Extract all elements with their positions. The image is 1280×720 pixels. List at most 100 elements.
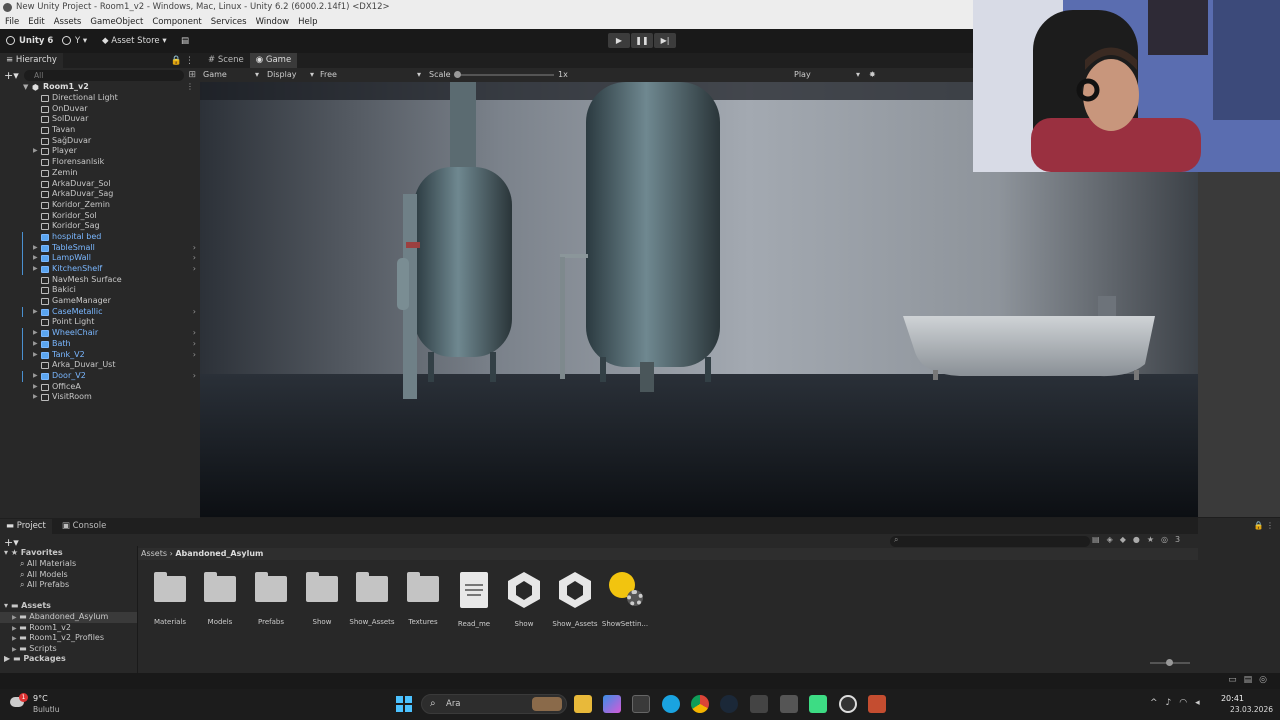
hierarchy-item[interactable]: ▶ Player: [0, 146, 200, 157]
hierarchy-item[interactable]: ArkaDuvar_Sag: [0, 189, 200, 200]
hierarchy-item[interactable]: ArkaDuvar_Sol: [0, 179, 200, 190]
expand-icon[interactable]: ▾: [4, 548, 8, 557]
asset-item[interactable]: Show: [297, 570, 347, 626]
breadcrumb-abandoned-asylum[interactable]: Abandoned_Asylum: [175, 549, 263, 558]
step-button[interactable]: ▶|: [654, 33, 676, 48]
hierarchy-item[interactable]: Point Light: [0, 317, 200, 328]
expand-icon[interactable]: ▶: [33, 371, 38, 382]
eye-icon[interactable]: ◎: [1161, 535, 1175, 544]
android-studio-icon[interactable]: [809, 695, 827, 713]
prefab-open-icon[interactable]: ›: [193, 339, 196, 350]
expand-icon[interactable]: ▶: [12, 614, 17, 621]
volume-icon[interactable]: ◂: [1195, 698, 1208, 708]
icon-size-slider-handle[interactable]: [1166, 659, 1173, 666]
menu-window[interactable]: Window: [256, 15, 290, 29]
hierarchy-item[interactable]: ▶ OfficeA: [0, 382, 200, 393]
favorites-header[interactable]: ▾ ★ Favorites: [4, 548, 63, 559]
more-icon[interactable]: ⋮: [1266, 521, 1274, 530]
asset-item[interactable]: Show_Assets: [347, 570, 397, 626]
prefab-open-icon[interactable]: ›: [193, 307, 196, 318]
microphone-icon[interactable]: ♪: [1166, 698, 1180, 708]
expand-icon[interactable]: ▶: [33, 307, 38, 318]
expand-icon[interactable]: ▶: [33, 328, 38, 339]
filter-label-icon[interactable]: ◈: [1107, 535, 1120, 544]
lock-icon[interactable]: 🔒: [1253, 521, 1263, 530]
hierarchy-item[interactable]: GameManager: [0, 296, 200, 307]
expand-icon[interactable]: ▶: [12, 625, 17, 632]
hierarchy-item[interactable]: Koridor_Sag: [0, 221, 200, 232]
hierarchy-item[interactable]: Tavan: [0, 125, 200, 136]
expand-icon[interactable]: ▶: [33, 392, 38, 403]
hierarchy-search-input[interactable]: All: [24, 69, 185, 81]
chrome-icon[interactable]: [691, 695, 709, 713]
expand-icon[interactable]: ▶: [33, 146, 38, 157]
app-icon[interactable]: [868, 695, 886, 713]
play-button[interactable]: ▶: [608, 33, 630, 48]
tab-scene[interactable]: # Scene: [200, 53, 250, 68]
hierarchy-item[interactable]: ▶ Tank_V2 ›: [0, 349, 200, 361]
asset-item[interactable]: Show: [499, 570, 549, 628]
assets-header[interactable]: ▾ ▬ Assets: [4, 601, 51, 612]
favorite-item[interactable]: ⌕ All Materials: [20, 559, 76, 570]
asset-item[interactable]: Textures: [398, 570, 448, 626]
clock-date[interactable]: 23.03.2026: [1230, 705, 1273, 714]
asset-item[interactable]: Models: [195, 570, 245, 626]
unity-icon[interactable]: [780, 695, 798, 713]
account-button[interactable]: Y ▾: [62, 33, 87, 49]
copilot-icon[interactable]: [603, 695, 621, 713]
prefab-open-icon[interactable]: ›: [193, 253, 196, 264]
hierarchy-item[interactable]: ▶ Bath ›: [0, 338, 200, 350]
hierarchy-item[interactable]: SolDuvar: [0, 114, 200, 125]
menu-component[interactable]: Component: [152, 15, 201, 29]
unity-hub-icon[interactable]: [750, 695, 768, 713]
tab-game[interactable]: ◉ Game: [249, 53, 298, 68]
hierarchy-item[interactable]: hospital bed: [0, 231, 200, 243]
prefab-open-icon[interactable]: ›: [193, 350, 196, 361]
hierarchy-item[interactable]: OnDuvar: [0, 104, 200, 115]
favorite-item[interactable]: ⌕ All Models: [20, 570, 68, 581]
asset-store-button[interactable]: ◆ Asset Store ▾: [102, 33, 167, 49]
asset-item[interactable]: ShowSettin...: [600, 570, 650, 628]
expand-icon[interactable]: ▶: [33, 350, 38, 361]
expand-icon[interactable]: ▶: [12, 635, 17, 642]
prefab-open-icon[interactable]: ›: [193, 264, 196, 275]
asset-item[interactable]: Read_me: [449, 570, 499, 628]
tab-project[interactable]: ▬ Project: [0, 518, 52, 534]
menu-file[interactable]: File: [5, 15, 19, 29]
expand-icon[interactable]: ▾: [4, 601, 8, 610]
star-icon[interactable]: ★: [1147, 535, 1161, 544]
expand-icon[interactable]: ▶: [33, 264, 38, 275]
asset-item[interactable]: Show_Assets: [550, 570, 600, 628]
hierarchy-item[interactable]: ▶ TableSmall ›: [0, 242, 200, 254]
pause-button[interactable]: ❚❚: [631, 33, 653, 48]
scene-menu-icon[interactable]: ⋮: [186, 82, 194, 93]
unity-version-button[interactable]: Unity 6: [6, 33, 53, 49]
search-filter-icon[interactable]: ⊞: [188, 70, 196, 80]
collab-icon[interactable]: ▤: [1244, 675, 1260, 685]
obs-icon[interactable]: [839, 695, 857, 713]
prefab-open-icon[interactable]: ›: [193, 243, 196, 254]
taskbar-search[interactable]: ⌕ Ara: [421, 694, 567, 714]
cloud-icon[interactable]: ▤: [181, 33, 189, 49]
clock-time[interactable]: 20:41: [1221, 694, 1244, 703]
hierarchy-item[interactable]: Bakici: [0, 285, 200, 296]
add-object-button[interactable]: +▾: [4, 69, 24, 82]
expand-icon[interactable]: ▶: [4, 654, 10, 663]
assets-folder-item[interactable]: ▶ ▬ Room1_v2: [12, 623, 71, 634]
expand-icon[interactable]: ▶: [33, 243, 38, 254]
hierarchy-item[interactable]: Koridor_Sol: [0, 211, 200, 222]
more-icon[interactable]: ⋮: [185, 56, 194, 66]
hierarchy-item[interactable]: ▶ WheelChair ›: [0, 328, 200, 339]
menu-gameobject[interactable]: GameObject: [90, 15, 143, 29]
hierarchy-item[interactable]: Arka_Duvar_Ust: [0, 360, 200, 371]
chevron-up-icon[interactable]: ^: [1150, 698, 1166, 708]
sync-icon[interactable]: ◎: [1259, 675, 1274, 685]
assets-folder-item[interactable]: ▶ ▬ Abandoned_Asylum: [0, 612, 137, 623]
debug-icon[interactable]: ✸: [869, 68, 876, 82]
edge-icon[interactable]: [662, 695, 680, 713]
assets-folder-item[interactable]: ▶ ▬ Scripts: [12, 644, 57, 655]
expand-icon[interactable]: ▶: [33, 339, 38, 350]
progress-icon[interactable]: ▭: [1228, 675, 1244, 685]
hierarchy-item[interactable]: Koridor_Zemin: [0, 200, 200, 211]
menu-help[interactable]: Help: [298, 15, 317, 29]
